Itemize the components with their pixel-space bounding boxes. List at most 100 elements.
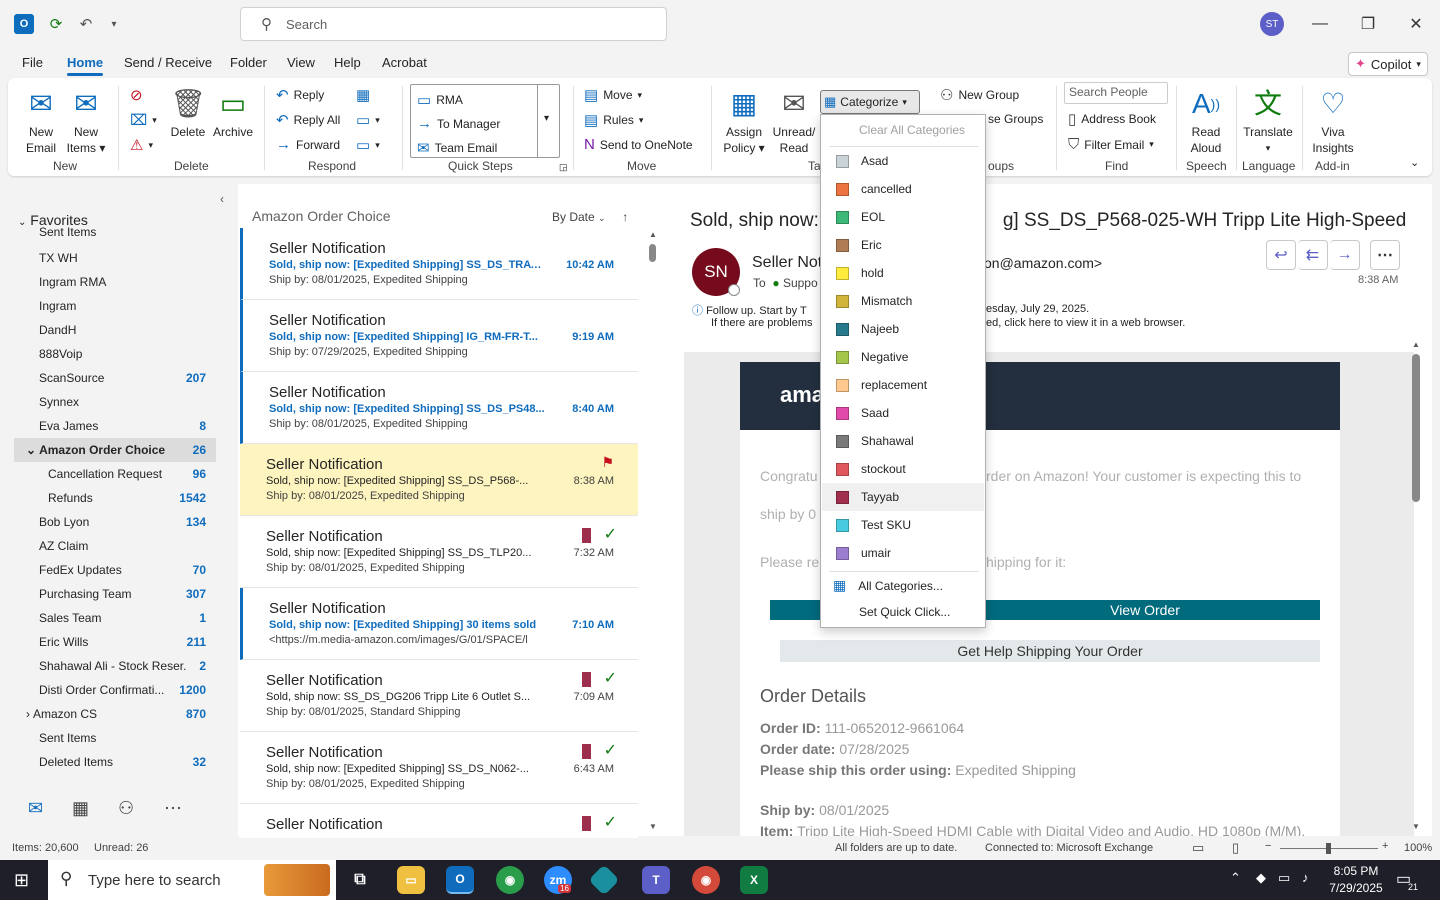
junk-icon[interactable]: ⚠ ▾ (130, 136, 153, 154)
message-list-scrollbar[interactable]: ▲ ▼ (648, 230, 657, 831)
meeting-icon[interactable]: ▦ (356, 86, 370, 104)
tray-chevron-icon[interactable]: ⌃ (1230, 870, 1241, 886)
people-icon[interactable]: ⚇ (118, 798, 134, 819)
reply-button[interactable]: ↶ Reply (276, 86, 324, 104)
completed-check-icon[interactable]: ✓ (604, 740, 617, 760)
to-recipient[interactable]: Suppo (783, 276, 818, 290)
category-item[interactable]: stockout (822, 455, 984, 483)
volume-icon[interactable]: ♪ (1302, 870, 1309, 885)
reply-all-action-button[interactable]: ⇇ (1298, 240, 1328, 270)
message-item[interactable]: Seller Notification Sold, ship now: [Expe… (240, 516, 638, 588)
reply-all-button[interactable]: ↶ Reply All (276, 111, 340, 129)
more-respond-icon[interactable]: ▭ ▾ (356, 136, 380, 154)
zoom-out-icon[interactable]: − (1265, 840, 1271, 852)
completed-check-icon[interactable]: ✓ (604, 668, 617, 688)
folder-item[interactable]: Cancellation Request 96 (14, 462, 216, 486)
message-item[interactable]: Seller Notification Sold, ship now: [Expe… (240, 372, 638, 444)
chevron-right-icon[interactable]: › (26, 707, 30, 721)
flag-icon[interactable]: ⚑ (601, 454, 614, 471)
folder-item[interactable]: ScanSource 207 (14, 366, 216, 390)
translate-button[interactable]: 文 Translate ▾ (1240, 84, 1296, 156)
tab-folder[interactable]: Folder (230, 55, 267, 70)
send-to-onenote-button[interactable]: N Send to OneNote (584, 136, 693, 153)
search-people-input[interactable]: Search People (1064, 82, 1168, 104)
forward-button[interactable]: → Forward (276, 136, 340, 153)
taskbar-search[interactable]: ⚲ Type here to search (48, 860, 336, 900)
category-item[interactable]: Tayyab (822, 483, 984, 511)
folder-item[interactable]: Ingram (14, 294, 216, 318)
restore-icon[interactable]: ❐ (1356, 12, 1380, 36)
category-item[interactable]: Mismatch (822, 287, 984, 315)
folder-item[interactable]: ⌄ Amazon Order Choice 26 (14, 438, 216, 462)
category-item[interactable]: umair (822, 539, 984, 567)
message-item[interactable]: Seller Notification Sold, ship now: [Expe… (240, 228, 638, 300)
quickstep-team-email[interactable]: ✉ Team Email (417, 139, 497, 157)
quickstep-rma[interactable]: ▭ RMA (417, 91, 463, 109)
windows-start-icon[interactable]: ⊞ (14, 870, 29, 891)
reading-view-icon[interactable]: ▯ (1232, 840, 1239, 856)
folder-item[interactable]: › Amazon CS 870 (14, 702, 216, 726)
dialog-launcher-icon[interactable]: ◲ (559, 162, 568, 173)
category-item[interactable]: Negative (822, 343, 984, 371)
folder-item[interactable]: Sales Team 1 (14, 606, 216, 630)
set-quick-click-item[interactable]: Set Quick Click... (859, 605, 950, 619)
move-button[interactable]: ▤ Move ▾ (584, 86, 642, 104)
folder-item[interactable]: AZ Claim (14, 534, 216, 558)
new-items-button[interactable]: ✉ New Items ▾ (64, 84, 108, 156)
sender-name[interactable]: Seller Noti (752, 254, 826, 272)
tab-home[interactable]: Home (67, 55, 104, 76)
tab-acrobat[interactable]: Acrobat (382, 55, 427, 70)
forward-action-button[interactable]: → (1330, 240, 1360, 270)
category-item[interactable]: Eric (822, 231, 984, 259)
rules-button[interactable]: ▤ Rules ▾ (584, 111, 643, 129)
taskbar-clock[interactable]: 8:05 PM 7/29/2025 (1326, 863, 1386, 897)
completed-check-icon[interactable]: ✓ (604, 812, 617, 832)
collapse-ribbon-icon[interactable]: ⌄ (1410, 156, 1419, 169)
reading-pane-scrollbar[interactable]: ▲ ▼ (1412, 340, 1422, 836)
category-item[interactable]: Saad (822, 399, 984, 427)
excel-icon[interactable]: X (740, 866, 768, 894)
folder-item[interactable]: Synnex (14, 390, 216, 414)
category-item[interactable]: Shahawal (822, 427, 984, 455)
all-categories-item[interactable]: ▦ All Categories... (833, 577, 943, 594)
folder-item[interactable]: Bob Lyon 134 (14, 510, 216, 534)
tray-app-icon[interactable]: ◆ (1256, 870, 1266, 886)
clear-all-categories-item[interactable]: Clear All Categories (859, 123, 965, 137)
sort-dropdown[interactable]: By Date ⌄ ↑ (552, 210, 628, 224)
category-item[interactable]: EOL (822, 203, 984, 231)
network-icon[interactable]: ▭ (1278, 870, 1290, 886)
categorize-button[interactable]: ▦ Categorize ▾ (820, 90, 920, 114)
folder-item[interactable]: Eric Wills 211 (14, 630, 216, 654)
customize-toolbar-icon[interactable]: ▾ (104, 14, 124, 34)
folder-item[interactable]: Shahawal Ali - Stock Reser... 2 (14, 654, 216, 678)
im-icon[interactable]: ▭ ▾ (356, 111, 380, 129)
file-explorer-icon[interactable]: ▭ (397, 866, 425, 894)
message-item[interactable]: Seller Notification Sold, ship now: [Expe… (240, 732, 638, 804)
category-item[interactable]: Najeeb (822, 315, 984, 343)
close-icon[interactable]: ✕ (1404, 12, 1428, 36)
problems-right[interactable]: ed, click here to view it in a web brows… (986, 317, 1185, 329)
more-actions-button[interactable]: ⋯ (1370, 240, 1400, 270)
message-item[interactable]: Seller Notification Sold, ship now: [Expe… (240, 444, 638, 516)
message-item[interactable]: Seller Notification Sold, ship now: [Expe… (240, 588, 638, 660)
folder-item[interactable]: Disti Order Confirmati... 1200 (14, 678, 216, 702)
mail-icon[interactable]: ✉ (28, 798, 43, 819)
chrome-profile-icon[interactable]: ◉ (692, 866, 720, 894)
more-apps-icon[interactable]: ⋯ (164, 798, 182, 819)
copilot-button[interactable]: ✦ Copilot ▾ (1348, 52, 1428, 76)
unread-read-button[interactable]: ✉ Unread/ Read (770, 84, 818, 156)
ignore-icon[interactable]: ⊘ (130, 86, 143, 104)
folder-item[interactable]: Eva James 8 (14, 414, 216, 438)
new-group-button[interactable]: ⚇ New Group (940, 86, 1019, 104)
zoom-level[interactable]: 100% (1404, 842, 1432, 854)
folder-item[interactable]: Purchasing Team 307 (14, 582, 216, 606)
folder-item[interactable]: Sent Items (14, 220, 216, 244)
tab-help[interactable]: Help (334, 55, 361, 70)
folder-item[interactable]: Refunds 1542 (14, 486, 216, 510)
delete-button[interactable]: 🗑 Delete (168, 84, 208, 140)
filter-email-button[interactable]: ⛉ Filter Email ▾ (1068, 136, 1154, 153)
minimize-icon[interactable]: — (1308, 12, 1332, 36)
cleanup-icon[interactable]: ⌧ ▾ (130, 111, 157, 129)
new-email-button[interactable]: ✉ New Email (20, 84, 62, 156)
sort-direction-icon[interactable]: ↑ (622, 210, 628, 224)
